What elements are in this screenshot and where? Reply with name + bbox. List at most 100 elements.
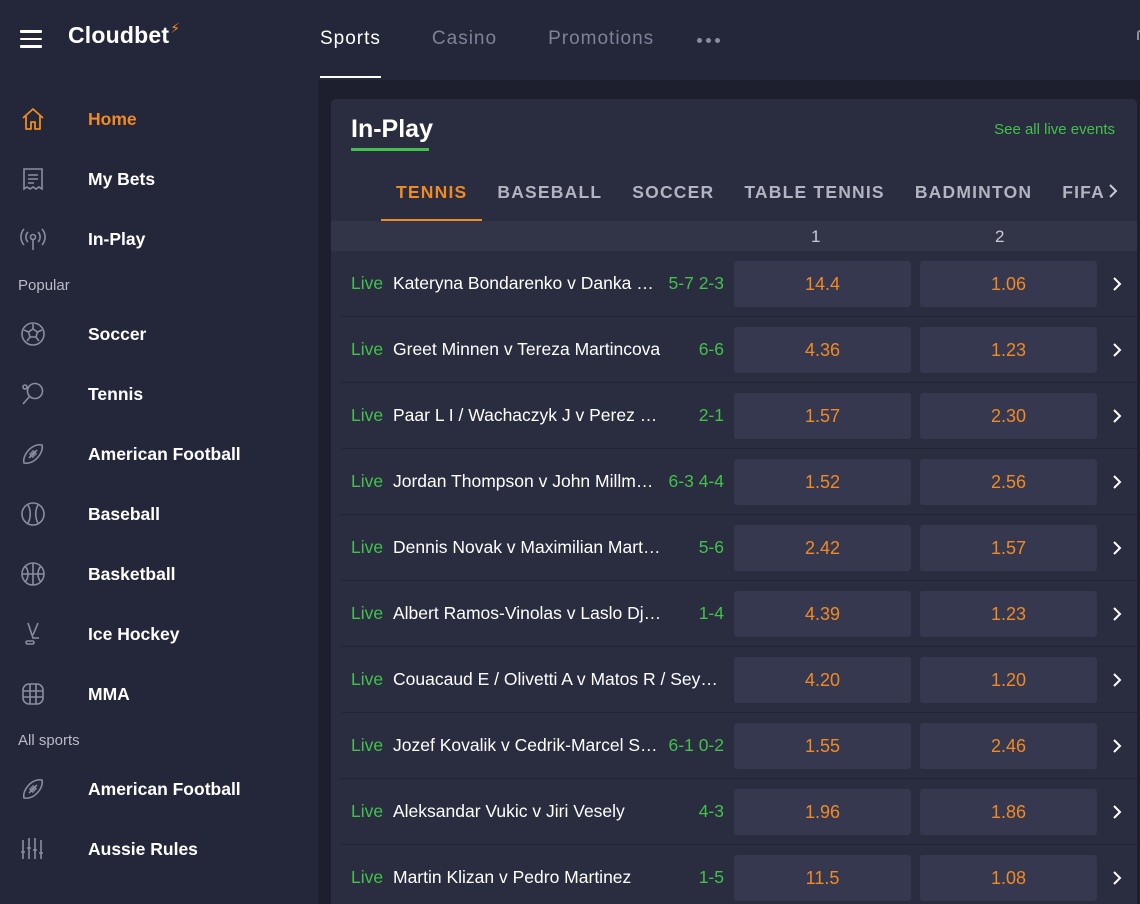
odds-button-1[interactable]: 4.20 <box>734 657 911 703</box>
odds-button-2[interactable]: 2.46 <box>920 723 1097 769</box>
top-nav: Sports Casino Promotions <box>320 0 721 80</box>
tab-table-tennis[interactable]: TABLE TENNIS <box>729 169 899 221</box>
event-name[interactable]: Dennis Novak v Maximilian Marterer <box>393 537 663 558</box>
chevron-right-icon[interactable] <box>1107 340 1127 360</box>
event-row[interactable]: Live Kateryna Bondarenko v Danka K… 5-7 … <box>341 251 1137 317</box>
event-name[interactable]: Paar L I / Wachaczyk J v Perez E / … <box>393 405 663 426</box>
event-name[interactable]: Jordan Thompson v John Millm… <box>393 471 663 492</box>
sidebar-item-home[interactable]: Home <box>0 89 318 149</box>
odds-button-2[interactable]: 1.23 <box>920 591 1097 637</box>
sidebar-item-mma[interactable]: MMA <box>0 664 318 724</box>
odds-button-1[interactable]: 4.39 <box>734 591 911 637</box>
chevron-right-icon[interactable] <box>1107 868 1127 888</box>
sport-icon <box>18 894 48 904</box>
sidebar-item-label: Basketball <box>88 563 176 584</box>
tennis-icon <box>18 379 48 409</box>
odds-button-2[interactable]: 1.86 <box>920 789 1097 835</box>
event-score: 5-6 <box>698 537 724 557</box>
nav-sports[interactable]: Sports <box>320 0 381 80</box>
event-score: 5-7 2-3 <box>668 273 724 293</box>
event-name[interactable]: Kateryna Bondarenko v Danka K… <box>393 273 663 294</box>
cloudbet-logo[interactable]: Cloudbet⚡ <box>68 20 180 49</box>
chevron-right-icon[interactable] <box>1103 181 1123 201</box>
sidebar-item-basketball[interactable]: Basketball <box>0 544 318 604</box>
event-row[interactable]: Live Couacaud E / Olivetti A v Matos R /… <box>341 647 1137 713</box>
sidebar-item-tennis[interactable]: Tennis <box>0 364 318 424</box>
sidebar-item-more[interactable] <box>0 879 318 904</box>
tab-badminton[interactable]: BADMINTON <box>900 169 1047 221</box>
event-row[interactable]: Live Dennis Novak v Maximilian Marterer … <box>341 515 1137 581</box>
odds-button-2[interactable]: 1.06 <box>920 261 1097 307</box>
event-name[interactable]: Jozef Kovalik v Cedrik-Marcel S… <box>393 735 663 756</box>
odds-button-1[interactable]: 1.52 <box>734 459 911 505</box>
event-row[interactable]: Live Jordan Thompson v John Millm… 6-3 4… <box>341 449 1137 515</box>
odds-button-1[interactable]: 1.96 <box>734 789 911 835</box>
tab-fifa[interactable]: FIFA <box>1047 169 1111 221</box>
sidebar-item-ice-hockey[interactable]: Ice Hockey <box>0 604 318 664</box>
chevron-right-icon[interactable] <box>1107 274 1127 294</box>
sidebar-item-soccer[interactable]: Soccer <box>0 304 318 364</box>
event-row[interactable]: Live Jozef Kovalik v Cedrik-Marcel S… 6-… <box>341 713 1137 779</box>
live-tag: Live <box>351 537 384 557</box>
column-1-label: 1 <box>811 227 821 246</box>
sidebar-item-american-football-all[interactable]: American Football <box>0 759 318 819</box>
chevron-right-icon[interactable] <box>1107 802 1127 822</box>
sidebar-item-label: In-Play <box>88 228 146 249</box>
event-name[interactable]: Aleksandar Vukic v Jiri Vesely <box>393 801 663 822</box>
event-row[interactable]: Live Paar L I / Wachaczyk J v Perez E / … <box>341 383 1137 449</box>
nav-casino[interactable]: Casino <box>432 0 497 80</box>
sidebar-item-my-bets[interactable]: My Bets <box>0 149 318 209</box>
receipt-icon <box>18 164 48 194</box>
tab-tennis[interactable]: TENNIS <box>381 169 483 221</box>
event-name[interactable]: Couacaud E / Olivetti A v Matos R / Sey… <box>393 669 723 690</box>
nav-promotions[interactable]: Promotions <box>548 0 654 80</box>
sidebar-item-in-play[interactable]: In-Play <box>0 209 318 269</box>
live-tag: Live <box>351 339 384 359</box>
event-score: 1-4 <box>698 603 724 623</box>
sidebar: Home My Bets In-Play Popular Soccer Tenn… <box>0 80 318 904</box>
sidebar-item-label: Ice Hockey <box>88 623 180 644</box>
event-name[interactable]: Albert Ramos-Vinolas v Laslo Djere <box>393 603 663 624</box>
mma-icon <box>18 679 48 709</box>
live-tag: Live <box>351 735 384 755</box>
live-tag: Live <box>351 801 384 821</box>
odds-button-1[interactable]: 1.55 <box>734 723 911 769</box>
odds-button-2[interactable]: 1.23 <box>920 327 1097 373</box>
odds-button-2[interactable]: 1.57 <box>920 525 1097 571</box>
odds-button-1[interactable]: 14.4 <box>734 261 911 307</box>
menu-icon[interactable] <box>20 30 42 48</box>
odds-button-1[interactable]: 4.36 <box>734 327 911 373</box>
see-all-live-link[interactable]: See all live events <box>994 121 1115 138</box>
chevron-right-icon[interactable] <box>1107 604 1127 624</box>
chevron-right-icon[interactable] <box>1107 472 1127 492</box>
odds-button-1[interactable]: 1.57 <box>734 393 911 439</box>
column-2-label: 2 <box>995 227 1005 246</box>
event-row[interactable]: Live Martin Klizan v Pedro Martinez 1-5 … <box>341 845 1137 904</box>
basketball-icon <box>18 559 48 589</box>
odds-button-1[interactable]: 11.5 <box>734 855 911 901</box>
tab-baseball[interactable]: BASEBALL <box>482 169 617 221</box>
odds-button-2[interactable]: 2.56 <box>920 459 1097 505</box>
event-row[interactable]: Live Greet Minnen v Tereza Martincova 6-… <box>341 317 1137 383</box>
sidebar-item-baseball[interactable]: Baseball <box>0 484 318 544</box>
event-name[interactable]: Martin Klizan v Pedro Martinez <box>393 867 663 888</box>
live-tag: Live <box>351 405 384 425</box>
chevron-right-icon[interactable] <box>1107 670 1127 690</box>
sidebar-item-american-football[interactable]: American Football <box>0 424 318 484</box>
odds-button-1[interactable]: 2.42 <box>734 525 911 571</box>
odds-button-2[interactable]: 1.20 <box>920 657 1097 703</box>
odds-button-2[interactable]: 1.08 <box>920 855 1097 901</box>
chevron-right-icon[interactable] <box>1107 736 1127 756</box>
sidebar-item-aussie-rules[interactable]: Aussie Rules <box>0 819 318 879</box>
event-row[interactable]: Live Albert Ramos-Vinolas v Laslo Djere … <box>341 581 1137 647</box>
odds-button-2[interactable]: 2.30 <box>920 393 1097 439</box>
more-icon[interactable] <box>697 0 721 80</box>
chevron-right-icon[interactable] <box>1107 406 1127 426</box>
panel-title: In-Play <box>351 115 433 143</box>
chevron-right-icon[interactable] <box>1107 538 1127 558</box>
event-row[interactable]: Live Aleksandar Vukic v Jiri Vesely 4-3 … <box>341 779 1137 845</box>
event-name[interactable]: Greet Minnen v Tereza Martincova <box>393 339 663 360</box>
event-score: 6-6 <box>698 339 724 359</box>
tab-soccer[interactable]: SOCCER <box>617 169 729 221</box>
event-score: 1-5 <box>698 867 724 887</box>
